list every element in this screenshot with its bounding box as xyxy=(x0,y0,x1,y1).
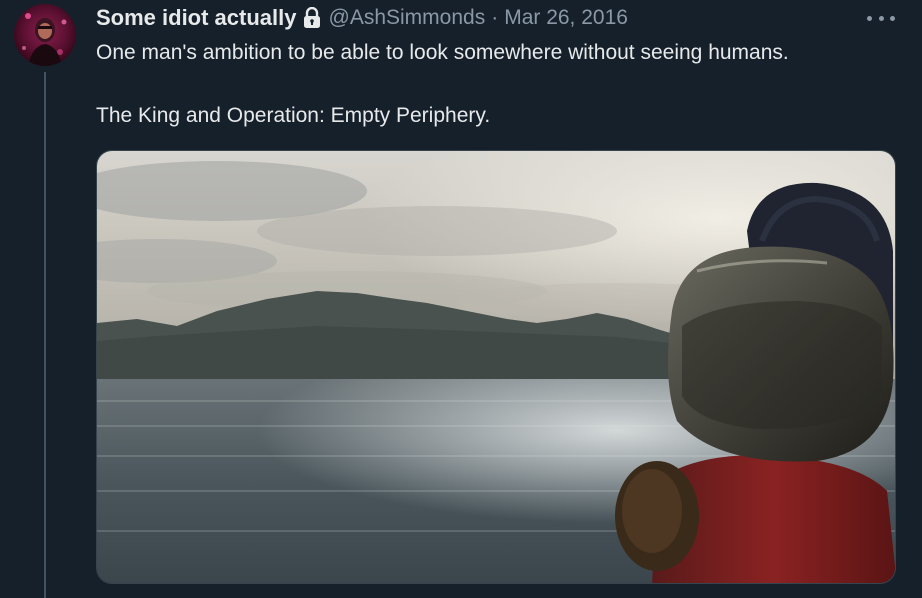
tweet-text-line-2: The King and Operation: Empty Periphery. xyxy=(96,104,491,127)
more-options-icon[interactable] xyxy=(867,8,895,28)
tweet-text-line-1: One man's ambition to be able to look so… xyxy=(96,41,789,64)
tweet-header: Some idiot actually @AshSimmonds · Mar 2… xyxy=(96,0,895,36)
user-avatar[interactable] xyxy=(14,4,76,66)
lock-icon xyxy=(303,7,321,29)
user-handle[interactable]: @AshSimmonds xyxy=(329,6,486,30)
thread-line xyxy=(44,72,46,598)
tweet[interactable]: Some idiot actually @AshSimmonds · Mar 2… xyxy=(0,0,922,598)
tweet-date[interactable]: Mar 26, 2016 xyxy=(504,6,628,30)
tweet-content: Some idiot actually @AshSimmonds · Mar 2… xyxy=(96,0,895,131)
display-name[interactable]: Some idiot actually xyxy=(96,5,297,31)
tweet-photo[interactable] xyxy=(96,150,896,584)
separator-dot: · xyxy=(491,6,499,29)
